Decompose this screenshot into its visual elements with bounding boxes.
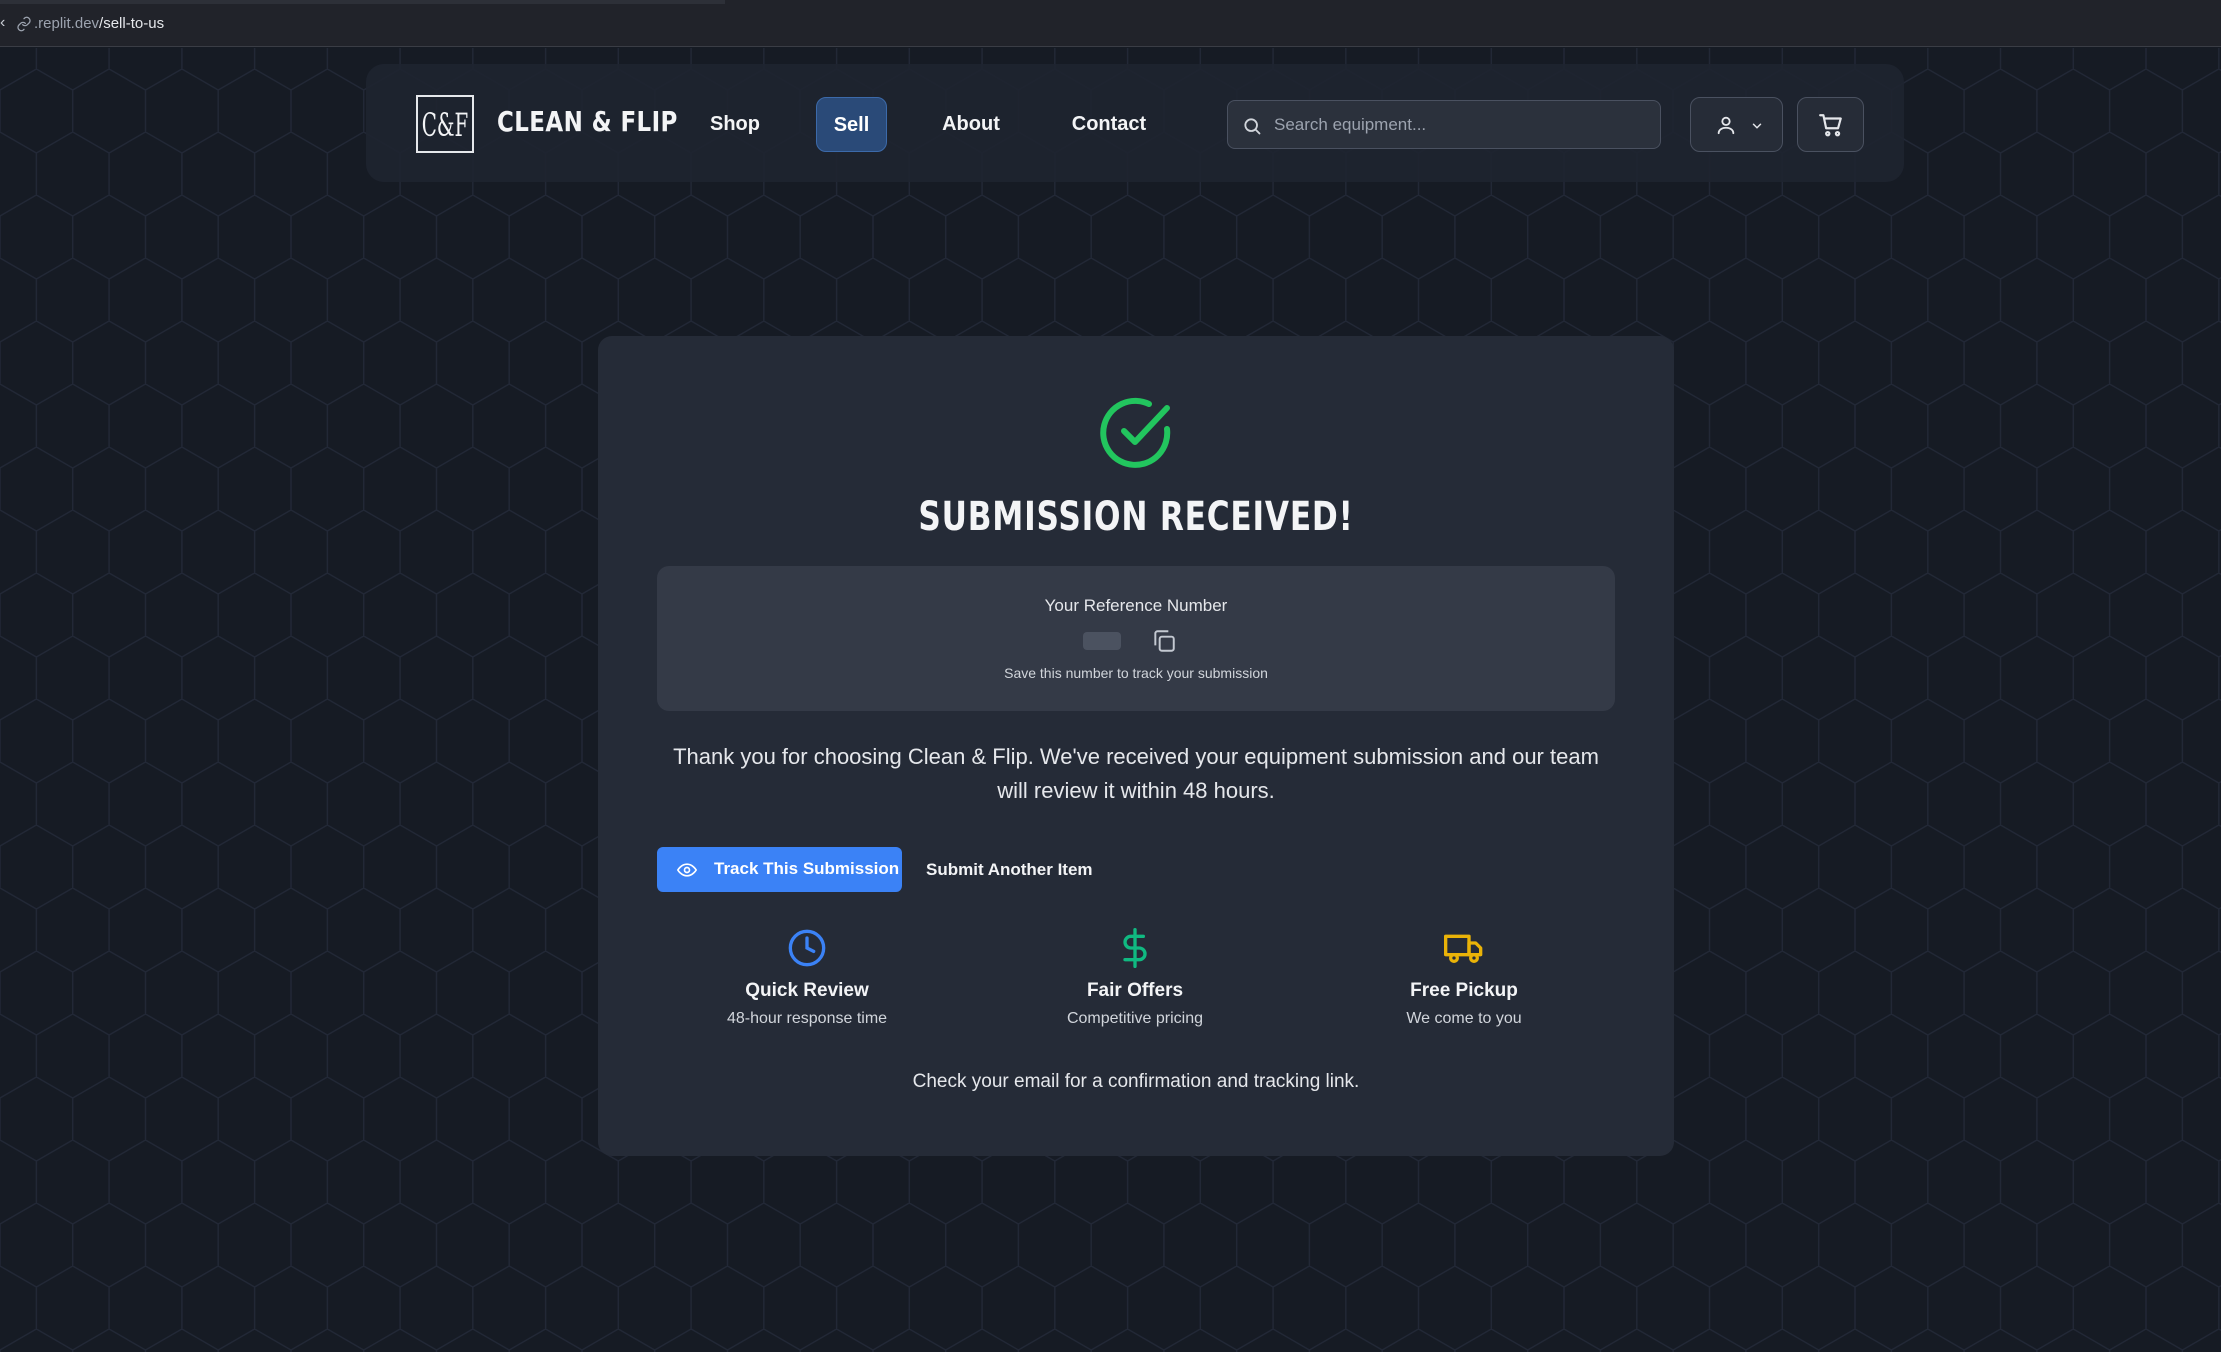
email-confirmation-note: Check your email for a confirmation and … [912, 1071, 1360, 1092]
feature-title: Quick Review [745, 980, 869, 1001]
truck-icon [1444, 934, 1483, 963]
feature-title: Free Pickup [1410, 980, 1518, 1001]
reference-hint: Save this number to track your submissio… [1004, 665, 1268, 681]
url-text[interactable]: .replit.dev/sell-to-us [34, 15, 164, 32]
confirmation-message: Thank you for choosing Clean & Flip. We'… [673, 744, 1599, 803]
feature-fair-offers: Fair Offers Competitive pricing [970, 928, 1300, 1028]
cart-button[interactable] [1797, 97, 1864, 152]
back-arrow-icon[interactable]: ‹ [0, 14, 5, 32]
page-title-text: SUBMISSION RECEIVED! [918, 494, 1354, 540]
track-submission-button[interactable]: Track This Submission [657, 847, 902, 892]
link-icon [17, 16, 31, 32]
check-circle-icon [1100, 397, 1171, 468]
account-menu-button[interactable] [1690, 97, 1783, 152]
track-submission-label: Track This Submission [714, 859, 900, 878]
feature-title: Fair Offers [1086, 980, 1184, 1001]
search-bar[interactable] [1227, 100, 1661, 149]
feature-free-pickup: Free Pickup We come to you [1299, 928, 1629, 1028]
url-path: /sell-to-us [99, 15, 165, 32]
browser-address-bar[interactable]: ‹ .replit.dev/sell-to-us [0, 0, 2221, 47]
feature-subtitle: We come to you [1406, 1010, 1522, 1027]
reference-label: Your Reference Number [1044, 596, 1228, 615]
chevron-down-icon [1752, 123, 1762, 129]
url-host: .replit.dev [34, 15, 100, 32]
search-icon [1244, 118, 1261, 135]
copy-icon[interactable] [1151, 628, 1177, 654]
eye-icon [677, 863, 697, 877]
feature-quick-review: Quick Review 48-hour response time [642, 928, 972, 1028]
logo[interactable]: C&F [416, 95, 474, 153]
brand-name[interactable]: CLEAN & FLIP [497, 105, 678, 138]
nav-shop[interactable]: Shop [690, 97, 780, 152]
nav-contact[interactable]: Contact [1060, 97, 1158, 152]
user-icon [1717, 116, 1735, 135]
dollar-icon [1123, 928, 1147, 968]
submit-another-button[interactable]: Submit Another Item [912, 847, 1107, 892]
logo-mark-icon: C&F [422, 108, 469, 144]
shopping-cart-icon [1819, 114, 1842, 137]
reference-number-value [1083, 632, 1121, 650]
nav-sell[interactable]: Sell [816, 97, 887, 152]
logo-text: C&F [422, 108, 469, 144]
nav-about[interactable]: About [925, 97, 1017, 152]
page-title: SUBMISSION RECEIVED! [598, 494, 1674, 540]
clock-icon [788, 929, 826, 967]
feature-subtitle: Competitive pricing [1066, 1010, 1204, 1027]
search-input[interactable] [1274, 101, 1644, 148]
feature-subtitle: 48-hour response time [726, 1010, 888, 1027]
reference-number-panel: Your Reference Number Save this number t… [657, 566, 1615, 711]
browser-tab-strip [0, 0, 725, 4]
